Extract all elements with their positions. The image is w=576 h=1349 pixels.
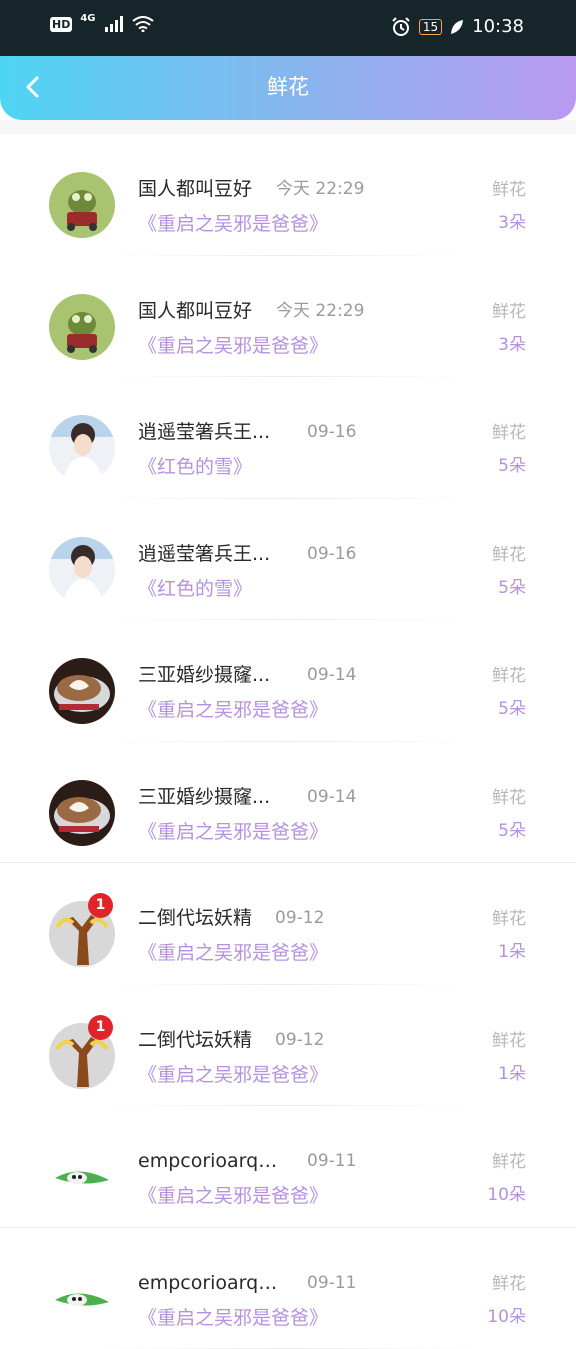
gift-time: 09-16 <box>307 420 356 444</box>
leaf-avatar-icon <box>49 1144 115 1210</box>
signal-icon <box>104 16 124 32</box>
list-item[interactable]: 逍遥莹箸兵王... 09-16 《红色的雪》 鲜花 5朵 <box>0 499 576 621</box>
gift-count: 5朵 <box>498 576 526 600</box>
gift-time: 09-12 <box>275 1028 324 1052</box>
list-item[interactable]: 1 二倒代坛妖精 09-12 《重启之吴邪是爸爸》 鲜花 1朵 <box>0 863 576 985</box>
user-name: 国人都叫豆好 <box>138 298 280 324</box>
wifi-icon <box>132 16 154 32</box>
gift-count: 5朵 <box>498 819 526 843</box>
book-title[interactable]: 《重启之吴邪是爸爸》 <box>138 210 328 238</box>
gift-count: 10朵 <box>487 1183 526 1207</box>
page-title: 鲜花 <box>0 72 576 102</box>
gift-type-label: 鲜花 <box>492 1150 526 1174</box>
user-name: 三亚婚纱摄窿... <box>138 784 280 810</box>
status-left: HD 4G <box>50 16 154 32</box>
list-item[interactable]: empcorioarqr... 09-11 《重启之吴邪是爸爸》 鲜花 10朵 <box>0 1228 576 1349</box>
notification-badge: 1 <box>88 1015 113 1040</box>
gift-type-label: 鲜花 <box>492 907 526 931</box>
user-name: 国人都叫豆好 <box>138 176 280 202</box>
gift-count: 10朵 <box>487 1305 526 1329</box>
user-name: 二倒代坛妖精 <box>138 1027 280 1053</box>
book-title[interactable]: 《重启之吴邪是爸爸》 <box>138 939 328 967</box>
avatar[interactable] <box>49 415 115 481</box>
gift-time: 今天 22:29 <box>276 299 364 323</box>
user-name: 三亚婚纱摄窿... <box>138 662 280 688</box>
coffee-avatar-icon <box>49 780 115 846</box>
list-item[interactable]: 三亚婚纱摄窿... 09-14 《重启之吴邪是爸爸》 鲜花 5朵 <box>0 620 576 742</box>
book-title[interactable]: 《重启之吴邪是爸爸》 <box>138 1182 328 1210</box>
avatar[interactable] <box>49 658 115 724</box>
list-item[interactable]: 1 二倒代坛妖精 09-12 《重启之吴邪是爸爸》 鲜花 1朵 <box>0 985 576 1107</box>
clock-time: 10:38 <box>472 16 524 37</box>
book-title[interactable]: 《重启之吴邪是爸爸》 <box>138 818 328 846</box>
list-item[interactable]: 国人都叫豆好 今天 22:29 《重启之吴邪是爸爸》 鲜花 3朵 <box>0 256 576 378</box>
avatar[interactable] <box>49 780 115 846</box>
user-name: empcorioarqr... <box>138 1148 280 1174</box>
list-item[interactable]: empcorioarqr... 09-11 《重启之吴邪是爸爸》 鲜花 10朵 <box>0 1106 576 1228</box>
gift-time: 09-14 <box>307 785 356 809</box>
status-bar: HD 4G 15 <box>0 0 576 56</box>
book-title[interactable]: 《重启之吴邪是爸爸》 <box>138 1061 328 1089</box>
user-name: 二倒代坛妖精 <box>138 905 280 931</box>
alarm-icon <box>391 17 411 37</box>
avatar[interactable] <box>49 294 115 360</box>
gift-type-label: 鲜花 <box>492 421 526 445</box>
top-spacer <box>0 120 576 134</box>
coffee-avatar-icon <box>49 658 115 724</box>
notification-badge: 1 <box>88 893 113 918</box>
leaf-icon <box>450 19 464 35</box>
gift-count: 5朵 <box>498 697 526 721</box>
network-type: 4G <box>80 13 95 24</box>
frog-avatar-icon <box>49 294 115 360</box>
book-title[interactable]: 《重启之吴邪是爸爸》 <box>138 1304 328 1332</box>
frog-avatar-icon <box>49 172 115 238</box>
avatar[interactable] <box>49 1144 115 1210</box>
user-name: 逍遥莹箸兵王... <box>138 541 280 567</box>
header-bar: HD 4G 15 <box>0 0 576 120</box>
user-name: empcorioarqr... <box>138 1270 280 1296</box>
gift-type-label: 鲜花 <box>492 786 526 810</box>
avatar[interactable] <box>49 1266 115 1332</box>
hd-badge: HD <box>50 17 72 32</box>
girl-avatar-icon <box>49 537 115 603</box>
leaf-avatar-icon <box>49 1266 115 1332</box>
gift-time: 09-11 <box>307 1149 356 1173</box>
battery-level: 15 <box>419 19 442 35</box>
gift-type-label: 鲜花 <box>492 1272 526 1296</box>
book-title[interactable]: 《重启之吴邪是爸爸》 <box>138 332 328 360</box>
girl-avatar-icon <box>49 415 115 481</box>
gift-time: 09-16 <box>307 542 356 566</box>
book-title[interactable]: 《红色的雪》 <box>138 453 252 481</box>
user-name: 逍遥莹箸兵王... <box>138 419 280 445</box>
gift-count: 1朵 <box>498 1062 526 1086</box>
gift-count: 3朵 <box>498 333 526 357</box>
gift-time: 09-14 <box>307 663 356 687</box>
gift-type-label: 鲜花 <box>492 178 526 202</box>
list-item[interactable]: 国人都叫豆好 今天 22:29 《重启之吴邪是爸爸》 鲜花 3朵 <box>0 134 576 256</box>
flower-record-list: 国人都叫豆好 今天 22:29 《重启之吴邪是爸爸》 鲜花 3朵 国人都叫豆好 … <box>0 134 576 1349</box>
gift-time: 09-12 <box>275 906 324 930</box>
gift-type-label: 鲜花 <box>492 664 526 688</box>
book-title[interactable]: 《重启之吴邪是爸爸》 <box>138 696 328 724</box>
gift-count: 5朵 <box>498 454 526 478</box>
list-item[interactable]: 三亚婚纱摄窿... 09-14 《重启之吴邪是爸爸》 鲜花 5朵 <box>0 742 576 864</box>
book-title[interactable]: 《红色的雪》 <box>138 575 252 603</box>
gift-count: 3朵 <box>498 211 526 235</box>
avatar[interactable] <box>49 537 115 603</box>
gift-time: 今天 22:29 <box>276 177 364 201</box>
status-right: 15 10:38 <box>391 16 524 37</box>
gift-type-label: 鲜花 <box>492 543 526 567</box>
gift-time: 09-11 <box>307 1271 356 1295</box>
avatar[interactable] <box>49 172 115 238</box>
list-item[interactable]: 逍遥莹箸兵王... 09-16 《红色的雪》 鲜花 5朵 <box>0 377 576 499</box>
gift-type-label: 鲜花 <box>492 1029 526 1053</box>
gift-count: 1朵 <box>498 940 526 964</box>
gift-type-label: 鲜花 <box>492 300 526 324</box>
